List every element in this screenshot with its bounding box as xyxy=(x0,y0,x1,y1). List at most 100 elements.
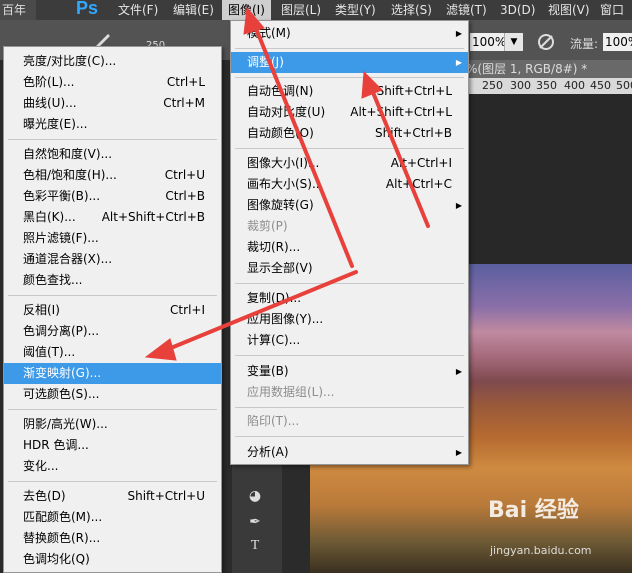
divider xyxy=(235,148,464,149)
menu-item-color-balance[interactable]: 色彩平衡(B)... Ctrl+B xyxy=(4,186,221,207)
chevron-down-icon[interactable]: ▼ xyxy=(504,33,523,51)
menu-item-variables[interactable]: 变量(B) ▶ xyxy=(231,361,468,382)
menu-item-label: 应用图像(Y)... xyxy=(247,312,324,326)
menu-item-trim[interactable]: 裁切(R)... xyxy=(231,237,468,258)
menu-item-shortcut: Ctrl+I xyxy=(170,303,205,317)
menu-item-auto-tone[interactable]: 自动色调(N) Shift+Ctrl+L xyxy=(231,81,468,102)
menu-item-label: 阴影/高光(W)... xyxy=(23,417,108,431)
menu-item-image-size[interactable]: 图像大小(I)... Alt+Ctrl+I xyxy=(231,153,468,174)
flow-input[interactable]: 100% xyxy=(603,33,632,51)
menu-3d[interactable]: 3D(D) xyxy=(500,2,535,18)
menu-item-apply-data-set: 应用数据组(L)... xyxy=(231,382,468,403)
image-menu: 模式(M) ▶ 调整(J) ▶ 自动色调(N) Shift+Ctrl+L 自动对比度(… xyxy=(230,20,469,465)
menu-type[interactable]: 类型(Y) xyxy=(335,2,376,18)
menu-item-label: 反相(I) xyxy=(23,303,60,317)
document-tab[interactable]: %(图层 1, RGB/8#) * xyxy=(466,60,632,78)
ruler-label: 500 xyxy=(616,79,632,92)
menu-item-desaturate[interactable]: 去色(D) Shift+Ctrl+U xyxy=(4,486,221,507)
menu-item-label: 裁切(R)... xyxy=(247,240,301,254)
menu-item-image-rotation[interactable]: 图像旋转(G) ▶ xyxy=(231,195,468,216)
watermark: Bai 经验 xyxy=(488,498,579,523)
menu-file[interactable]: 文件(F) xyxy=(118,2,158,18)
menu-select[interactable]: 选择(S) xyxy=(391,2,432,18)
menu-item-black-white[interactable]: 黑白(K)... Alt+Shift+Ctrl+B xyxy=(4,207,221,228)
menu-item-label: 分析(A) xyxy=(247,445,289,459)
pen-tool-icon[interactable]: ✒ xyxy=(244,511,266,533)
menu-item-shortcut: Ctrl+U xyxy=(164,168,205,182)
menu-item-label: 计算(C)... xyxy=(247,333,301,347)
menu-item-exposure[interactable]: 曝光度(E)... xyxy=(4,114,221,135)
menu-item-channel-mixer[interactable]: 通道混合器(X)... xyxy=(4,249,221,270)
menu-item-label: 变化... xyxy=(23,459,59,473)
divider xyxy=(235,355,464,356)
adjustments-submenu: 亮度/对比度(C)... 色阶(L)... Ctrl+L 曲线(U)... Ctrl… xyxy=(3,46,222,573)
menu-filter[interactable]: 滤镜(T) xyxy=(446,2,487,18)
menu-item-label: 色彩平衡(B)... xyxy=(23,189,101,203)
menu-item-label: 模式(M) xyxy=(247,26,291,40)
menu-item-adjustments[interactable]: 调整(J) ▶ xyxy=(231,52,468,73)
menu-item-auto-contrast[interactable]: 自动对比度(U) Alt+Shift+Ctrl+L xyxy=(231,102,468,123)
menu-item-label: 自动颜色(O) xyxy=(247,126,314,140)
menu-item-trap: 陷印(T)... xyxy=(231,411,468,432)
menu-item-label: 变量(B) xyxy=(247,364,289,378)
menu-item-label: 显示全部(V) xyxy=(247,261,313,275)
airbrush-icon[interactable] xyxy=(536,32,556,52)
menu-item-hue-saturation[interactable]: 色相/饱和度(H)... Ctrl+U xyxy=(4,165,221,186)
menu-window[interactable]: 窗口 xyxy=(600,2,624,18)
tools-panel: ◕ ✒ T xyxy=(232,455,282,573)
menu-item-apply-image[interactable]: 应用图像(Y)... xyxy=(231,309,468,330)
divider xyxy=(8,409,217,410)
menu-item-label: 颜色查找... xyxy=(23,273,83,287)
menu-item-duplicate[interactable]: 复制(D)... xyxy=(231,288,468,309)
menu-item-variations[interactable]: 变化... xyxy=(4,456,221,477)
divider xyxy=(8,481,217,482)
menu-item-color-lookup[interactable]: 颜色查找... xyxy=(4,270,221,291)
menu-item-label: 自动对比度(U) xyxy=(247,105,326,119)
menu-item-brightness-contrast[interactable]: 亮度/对比度(C)... xyxy=(4,51,221,72)
menu-item-curves[interactable]: 曲线(U)... Ctrl+M xyxy=(4,93,221,114)
menu-item-label: 可选颜色(S)... xyxy=(23,387,100,401)
type-tool-icon[interactable]: T xyxy=(244,535,266,557)
menu-item-label: 亮度/对比度(C)... xyxy=(23,54,117,68)
menu-edit[interactable]: 编辑(E) xyxy=(173,2,214,18)
menu-item-invert[interactable]: 反相(I) Ctrl+I xyxy=(4,300,221,321)
menu-item-match-color[interactable]: 匹配颜色(M)... xyxy=(4,507,221,528)
menu-item-mode[interactable]: 模式(M) ▶ xyxy=(231,23,468,44)
menu-item-levels[interactable]: 色阶(L)... Ctrl+L xyxy=(4,72,221,93)
menu-view[interactable]: 视图(V) xyxy=(548,2,590,18)
menu-item-posterize[interactable]: 色调分离(P)... xyxy=(4,321,221,342)
menu-item-shadows-highlights[interactable]: 阴影/高光(W)... xyxy=(4,414,221,435)
menu-item-label: 替换颜色(R)... xyxy=(23,531,101,545)
menu-layer[interactable]: 图层(L) xyxy=(281,2,321,18)
watermark-url: jingyan.baidu.com xyxy=(490,544,592,557)
menu-item-threshold[interactable]: 阈值(T)... xyxy=(4,342,221,363)
menu-item-label: 曲线(U)... xyxy=(23,96,77,110)
menu-item-photo-filter[interactable]: 照片滤镜(F)... xyxy=(4,228,221,249)
menu-item-shortcut: Alt+Shift+Ctrl+B xyxy=(101,210,205,224)
lasso-icon[interactable]: ◕ xyxy=(244,485,266,507)
menu-item-label: 渐变映射(G)... xyxy=(23,366,102,380)
menu-item-selective-color[interactable]: 可选颜色(S)... xyxy=(4,384,221,405)
menu-item-shortcut: Ctrl+L xyxy=(166,75,205,89)
menu-item-reveal-all[interactable]: 显示全部(V) xyxy=(231,258,468,279)
menu-item-shortcut: Shift+Ctrl+B xyxy=(375,126,452,140)
menu-image[interactable]: 图像(I) xyxy=(222,0,271,20)
left-doc-tab[interactable]: 百年 xyxy=(0,0,36,20)
menu-item-shortcut: Alt+Shift+Ctrl+L xyxy=(350,105,452,119)
menu-item-hdr-toning[interactable]: HDR 色调... xyxy=(4,435,221,456)
menu-item-label: 画布大小(S)... xyxy=(247,177,324,191)
menu-item-label: 色调均化(Q) xyxy=(23,552,90,566)
menu-item-shortcut: Ctrl+B xyxy=(165,189,205,203)
menu-item-canvas-size[interactable]: 画布大小(S)... Alt+Ctrl+C xyxy=(231,174,468,195)
menu-item-replace-color[interactable]: 替换颜色(R)... xyxy=(4,528,221,549)
menu-item-label: 色相/饱和度(H)... xyxy=(23,168,117,182)
menu-item-gradient-map[interactable]: 渐变映射(G)... xyxy=(4,363,221,384)
menu-item-label: 黑白(K)... xyxy=(23,210,76,224)
menu-item-analysis[interactable]: 分析(A) ▶ xyxy=(231,442,468,463)
divider xyxy=(235,48,464,49)
menu-item-equalize[interactable]: 色调均化(Q) xyxy=(4,549,221,570)
menu-item-calculations[interactable]: 计算(C)... xyxy=(231,330,468,351)
menu-item-label: 复制(D)... xyxy=(247,291,302,305)
menu-item-vibrance[interactable]: 自然饱和度(V)... xyxy=(4,144,221,165)
menu-item-auto-color[interactable]: 自动颜色(O) Shift+Ctrl+B xyxy=(231,123,468,144)
